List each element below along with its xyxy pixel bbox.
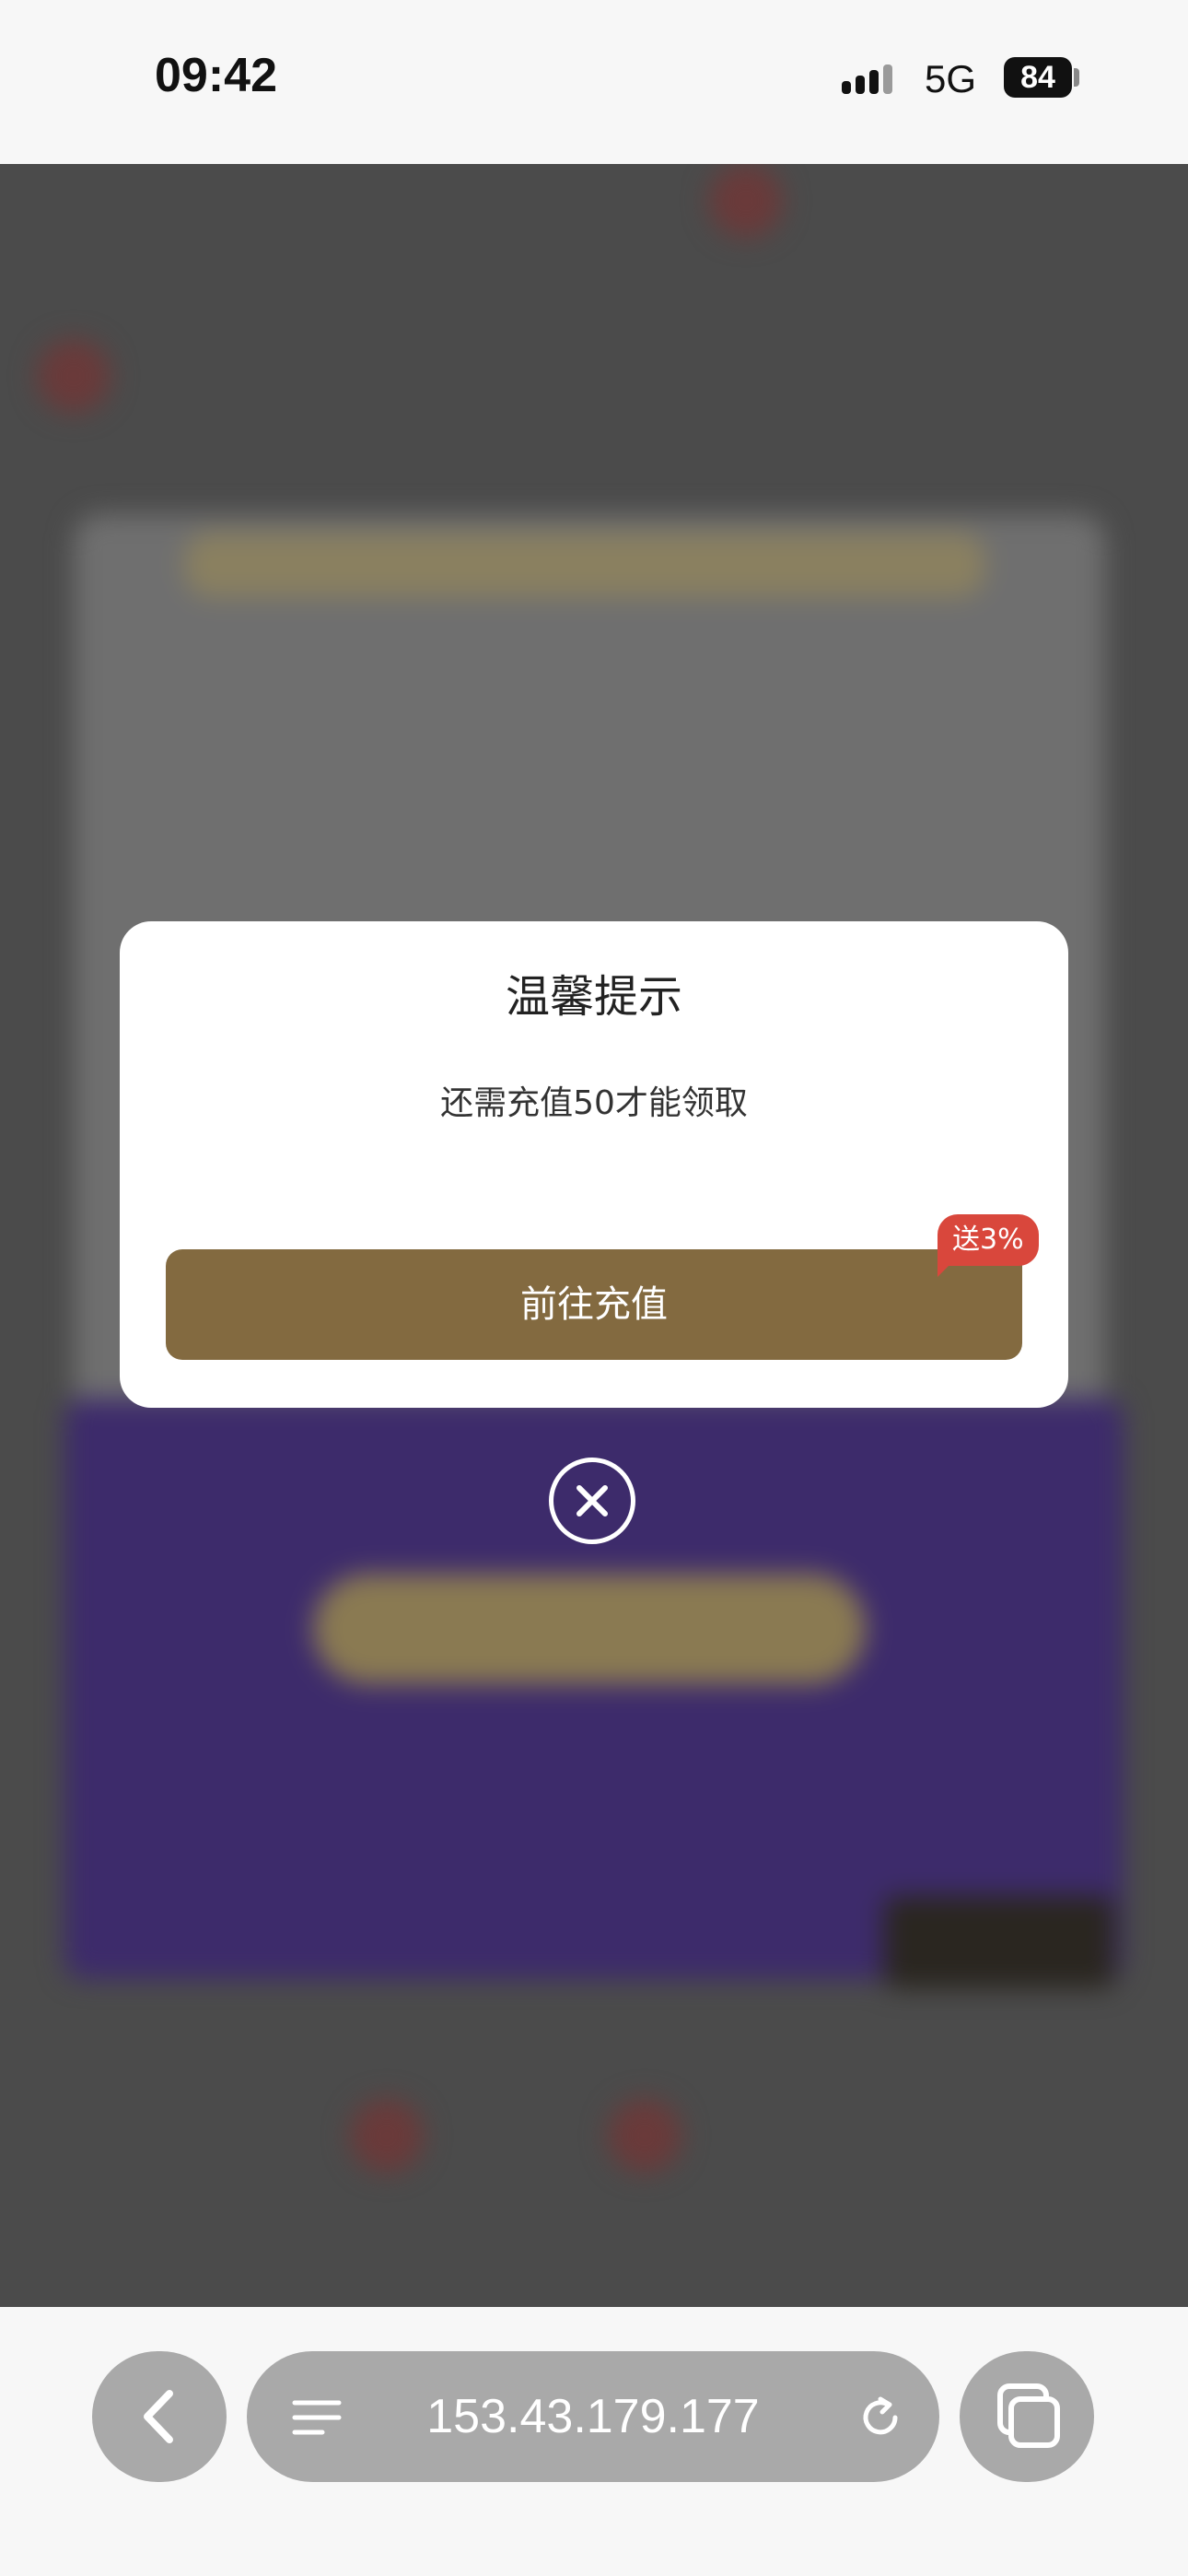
- status-bar: 09:42 5G 84: [0, 0, 1188, 164]
- tabs-icon: [997, 2383, 1060, 2448]
- battery-tip: [1074, 68, 1079, 87]
- close-circle-icon: [577, 1485, 608, 1516]
- address-bar[interactable]: 153.43.179.177: [247, 2351, 939, 2482]
- bonus-badge-tail: [938, 1262, 952, 1277]
- go-recharge-button[interactable]: 前往充值: [166, 1249, 1022, 1360]
- url-text[interactable]: 153.43.179.177: [247, 2351, 939, 2482]
- tabs-button[interactable]: [960, 2351, 1094, 2482]
- back-button[interactable]: [92, 2351, 227, 2482]
- signal-icon: [842, 64, 892, 94]
- reload-icon[interactable]: [855, 2392, 906, 2443]
- network-type: 5G: [925, 57, 977, 100]
- close-dialog-button[interactable]: [549, 1458, 635, 1544]
- chevron-left-icon: [144, 2390, 173, 2443]
- browser-toolbar: 153.43.179.177: [0, 2307, 1188, 2576]
- battery-indicator: 84: [1004, 57, 1072, 98]
- dialog-title: 温馨提示: [505, 971, 682, 1023]
- blurred-page-backdrop: 温馨提示 还需充值50才能领取 前往充值 送3%: [0, 164, 1188, 2307]
- menu-icon[interactable]: [291, 2397, 343, 2438]
- bonus-badge: 送3%: [938, 1214, 1039, 1266]
- status-time: 09:42: [155, 49, 277, 102]
- dialog-message: 还需充值50才能领取: [440, 1084, 748, 1122]
- tip-dialog: 温馨提示 还需充值50才能领取 前往充值 送3%: [120, 921, 1068, 1408]
